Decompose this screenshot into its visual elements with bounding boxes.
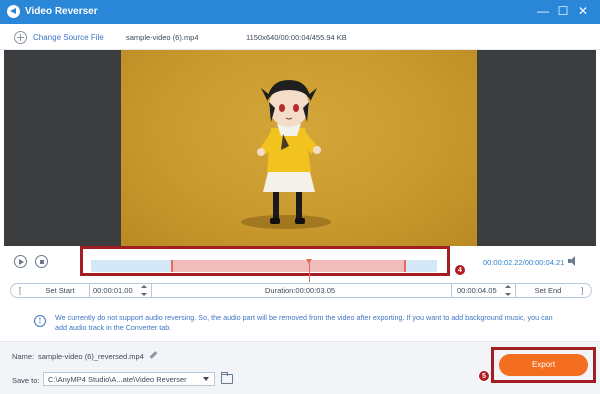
timeline-highlight-box — [80, 246, 450, 282]
playback-controls: 4 00:00:02.22/00:00:04.21 — [0, 246, 600, 282]
playhead-handle[interactable] — [306, 259, 312, 282]
divider — [451, 284, 452, 297]
output-name-field[interactable]: sample-video (6)_reversed.mp4 — [38, 352, 144, 361]
play-icon[interactable] — [14, 255, 27, 268]
file-meta: 1150x640/00:00:04/455.94 KB — [246, 33, 347, 42]
app-icon — [7, 5, 20, 18]
trim-bar: [ Set Start 00:00:01.00 Duration:00:00:0… — [10, 283, 592, 298]
step-4-badge: 4 — [454, 264, 466, 276]
video-frame — [121, 50, 477, 246]
step-5-badge: 5 — [478, 370, 490, 382]
divider — [89, 284, 90, 297]
export-highlight-box: Export — [491, 347, 596, 383]
audio-notice-text: We currently do not support audio revers… — [55, 313, 553, 332]
close-icon[interactable]: ✕ — [576, 4, 590, 18]
right-bracket: ] — [581, 286, 584, 295]
title-bar: Video Reverser — ☐ ✕ — [0, 0, 600, 24]
change-source-button[interactable]: Change Source File — [14, 29, 104, 45]
divider — [151, 284, 152, 297]
output-footer: Name: sample-video (6)_reversed.mp4 Save… — [0, 341, 600, 394]
export-button[interactable]: Export — [499, 354, 588, 376]
end-time-stepper-icon[interactable] — [505, 285, 511, 296]
timeline-track[interactable] — [91, 259, 437, 282]
start-time-field[interactable]: 00:00:01.00 — [93, 284, 133, 297]
end-time-field[interactable]: 00:00:04.05 — [457, 284, 497, 297]
divider — [515, 284, 516, 297]
timeline-selection[interactable] — [171, 260, 406, 272]
plus-icon — [14, 30, 27, 44]
toolbar: Change Source File sample-video (6).mp4 … — [0, 24, 600, 50]
save-path-select[interactable]: C:\AnyMP4 Studio\A...ate\Video Reverser — [43, 372, 215, 386]
volume-icon[interactable] — [568, 256, 580, 266]
stop-icon[interactable] — [35, 255, 48, 268]
time-readout: 00:00:02.22/00:00:04.21 — [483, 258, 565, 267]
minimize-icon[interactable]: — — [536, 4, 550, 18]
app-title: Video Reverser — [25, 6, 98, 17]
pencil-icon[interactable] — [149, 351, 158, 360]
folder-icon[interactable] — [221, 372, 233, 384]
audio-notice: ! We currently do not support audio reve… — [0, 305, 600, 341]
dropdown-icon[interactable] — [203, 377, 209, 381]
name-label: Name: — [12, 352, 35, 361]
set-end-button[interactable]: Set End — [517, 284, 579, 297]
file-name: sample-video (6).mp4 — [126, 33, 199, 42]
left-bracket: [ — [19, 286, 22, 295]
save-to-label: Save to: — [12, 376, 40, 385]
save-path-value: C:\AnyMP4 Studio\A...ate\Video Reverser — [48, 375, 187, 384]
maximize-icon[interactable]: ☐ — [556, 4, 570, 18]
character-figure — [257, 80, 321, 224]
duration-readout: Duration:00:00:03.05 — [265, 286, 336, 295]
change-source-label: Change Source File — [33, 32, 104, 42]
info-icon: ! — [34, 315, 46, 327]
start-time-stepper-icon[interactable] — [141, 285, 147, 296]
set-start-button[interactable]: Set Start — [29, 284, 91, 297]
video-preview-area — [4, 50, 596, 246]
